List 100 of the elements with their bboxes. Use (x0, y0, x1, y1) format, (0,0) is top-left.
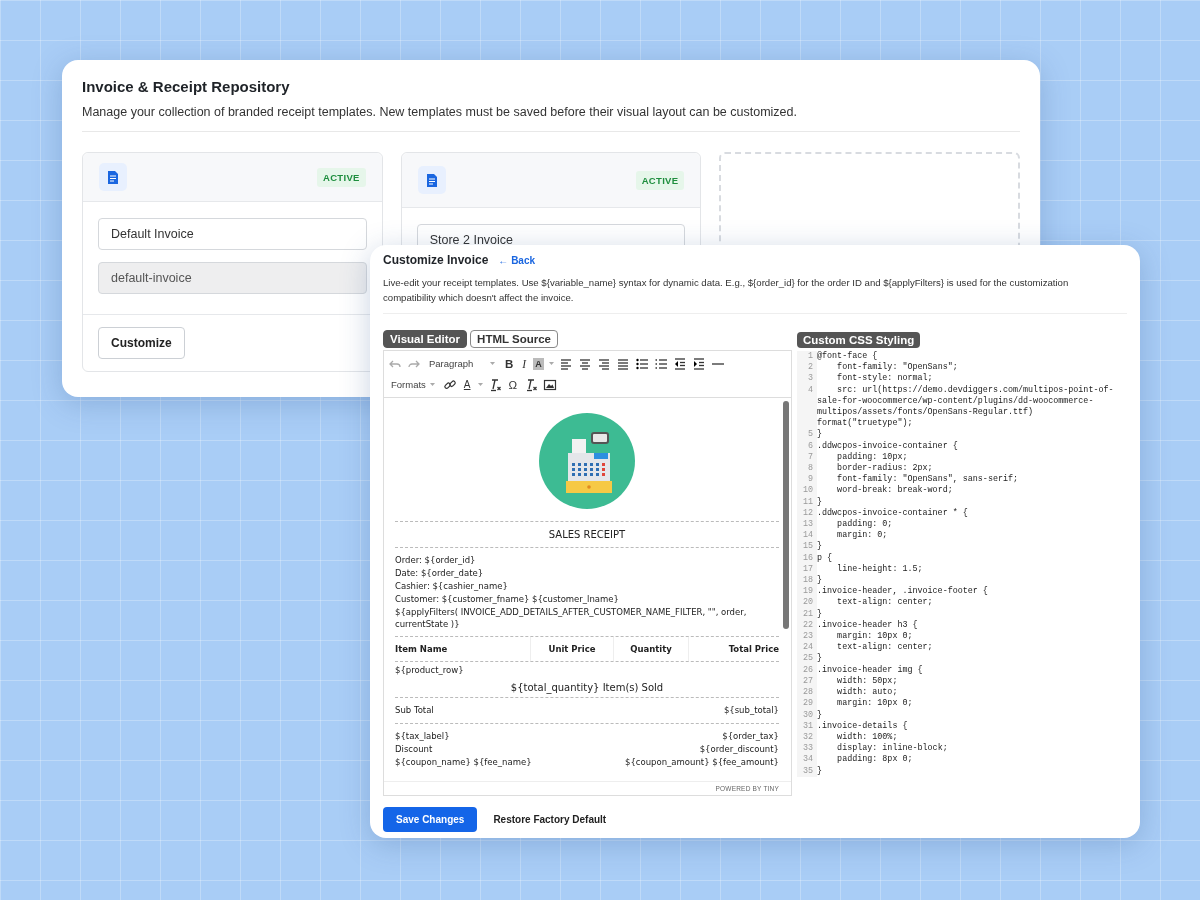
line-number: 15 (797, 541, 817, 553)
caret-icon[interactable] (548, 362, 554, 365)
line-number: 1 (797, 351, 817, 363)
items-sold: ${total_quantity} Item(s) Sold (509, 681, 665, 696)
format-dropdown[interactable]: Paragraph (426, 358, 498, 369)
line-number: 28 (797, 687, 817, 699)
code-line: .ddwcpos-invoice-container { (817, 440, 959, 452)
align-right-icon[interactable] (596, 356, 611, 371)
receipt-detail: Date: ${order_date} (395, 567, 485, 579)
code-line: margin: 10px 0; (836, 698, 914, 710)
format-button[interactable]: B (503, 357, 516, 370)
column-header: Total Price (688, 637, 779, 661)
save-button[interactable]: Save Changes (383, 807, 478, 832)
name-field[interactable]: Default Invoice (98, 218, 367, 250)
code-line: text-align: center; (836, 642, 934, 654)
charge-label: Discount (395, 743, 433, 756)
code-line: text-align: center; (836, 597, 934, 609)
code-line: padding: 0; (836, 519, 894, 530)
line-number: 20 (797, 597, 817, 609)
justify-icon[interactable] (615, 356, 630, 371)
receipt-detail: Customer: ${customer_fname} ${customer_lname} (395, 593, 620, 605)
code-line: margin: 10px 0; (836, 631, 914, 642)
caret-icon[interactable] (477, 383, 483, 386)
code-line: } (817, 765, 824, 777)
code-line: word-break: break-word; (836, 485, 954, 497)
image-icon[interactable] (543, 377, 558, 392)
code-line: } (817, 429, 824, 441)
line-number: 26 (797, 664, 817, 676)
align-left-icon[interactable] (558, 356, 573, 371)
slug-field[interactable]: default-invoice (98, 262, 367, 294)
code-line: width: auto; (836, 687, 899, 698)
column-header: Item Name (395, 643, 449, 656)
scrollbar-thumb[interactable] (783, 401, 789, 629)
panel-title: Customize Invoice (383, 253, 489, 267)
line-number: 31 (797, 720, 817, 732)
status-badge: ACTIVE (635, 170, 685, 190)
line-number: 29 (797, 698, 817, 710)
line-number: 9 (797, 474, 817, 486)
line-number: 24 (797, 642, 817, 654)
format-button[interactable]: A (461, 379, 473, 390)
receipt-heading: SALES RECEIPT (547, 528, 627, 542)
line-number: 33 (797, 743, 817, 755)
line-number: 5 (797, 429, 817, 441)
editor-tab[interactable]: Visual Editor (383, 330, 468, 348)
outdent-icon[interactable] (672, 356, 687, 371)
status-badge: ACTIVE (317, 167, 366, 187)
code-line: .invoice-details { (817, 720, 909, 732)
line-number: 16 (797, 552, 817, 564)
code-line: padding: 10px; (836, 451, 909, 463)
clear-format-icon[interactable] (524, 377, 539, 392)
line-number: 10 (797, 485, 817, 497)
code-line: margin: 0; (836, 530, 889, 542)
document-icon (108, 170, 118, 184)
numbered-list-icon[interactable] (653, 356, 668, 371)
indent-icon[interactable] (691, 356, 706, 371)
editor-tab[interactable]: HTML Source (470, 330, 558, 348)
css-label: Custom CSS Styling (797, 332, 921, 348)
product-row-text: ${product_row} (395, 664, 465, 677)
align-center-icon[interactable] (577, 356, 592, 371)
document-icon (426, 173, 437, 187)
charge-value: ${order_discount} (699, 743, 779, 756)
code-line: } (817, 575, 824, 586)
customize-button[interactable]: Customize (98, 327, 185, 359)
line-number: 34 (797, 754, 817, 766)
line-number: 21 (797, 608, 817, 620)
line-number: 18 (797, 575, 817, 587)
format-button[interactable]: Ω (506, 378, 520, 391)
line-number: 30 (797, 709, 817, 721)
bullet-list-icon[interactable] (634, 356, 649, 371)
receipt-detail: ${applyFilters( INVOICE_ADD_DETAILS_AFTER_CUSTOMER_NAME_FILTER, "", order, currentState )} (395, 606, 748, 630)
code-line: .invoice-header img { (817, 664, 924, 676)
format-dropdown[interactable]: Formats (388, 379, 438, 390)
code-line: } (817, 541, 824, 553)
code-line: } (817, 496, 824, 508)
code-line: } (817, 709, 824, 721)
line-number: 19 (797, 586, 817, 598)
code-line: } (817, 653, 824, 665)
receipt-detail: Order: ${order_id} (395, 554, 477, 566)
code-line: .invoice-header, .invoice-footer { (817, 586, 989, 597)
code-line: padding: 8px 0; (836, 754, 914, 766)
panel-description: Manage your collection of branded receipt templates. New templates must be saved before their visual layout can be customized. (82, 105, 798, 119)
code-line: .invoice-header h3 { (817, 619, 919, 631)
subtotal-label: Sub Total (395, 704, 434, 717)
format-button[interactable]: A (533, 357, 544, 370)
back-link[interactable]: ← Back (498, 254, 536, 266)
line-number: 25 (797, 653, 817, 665)
line-number: 4 (797, 384, 817, 430)
format-button[interactable]: I (520, 357, 529, 370)
code-line: src: url(https://demo.devdiggers.com/multipos-point-of-sale-for-woocommerce/wp-content/plugins/dd-woocommerce-multipos/assets/fonts/OpenSans-Regular.ttf) format("truetype"); (817, 384, 1115, 429)
line-number: 6 (797, 440, 817, 452)
code-line: border-radius: 2px; (836, 463, 934, 474)
code-line: } (817, 608, 824, 620)
subtotal-value: ${sub_total} (723, 704, 779, 717)
caret-icon (429, 383, 435, 386)
code-line: p { (817, 552, 834, 564)
link-icon[interactable] (442, 377, 457, 392)
restore-link[interactable]: Restore Factory Default (493, 814, 607, 825)
code-line: font-family: "OpenSans", sans-serif; (836, 474, 1020, 485)
code-line: width: 50px; (836, 675, 899, 687)
line-number: 23 (797, 631, 817, 643)
